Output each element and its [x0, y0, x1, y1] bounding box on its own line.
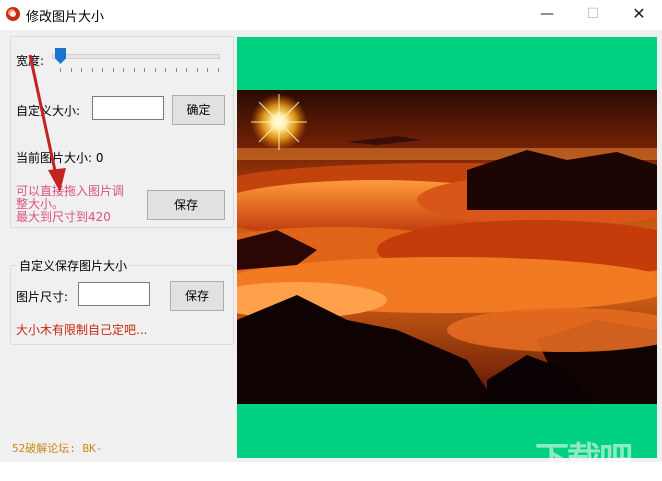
slider-tick: [123, 68, 124, 72]
save-button[interactable]: 保存: [147, 190, 225, 220]
custom-size-input[interactable]: [92, 96, 164, 120]
slider-tick: [70, 68, 72, 72]
slider-tick: [102, 68, 103, 72]
title-bar: 修改图片大小 — ☐ ✕: [0, 0, 662, 30]
slider-tick: [144, 68, 145, 72]
image-size-label: 图片尺寸:: [16, 290, 69, 304]
current-size-label: 当前图片大小: 0: [16, 151, 104, 165]
sunset-photo: [237, 90, 657, 404]
slider-tick: [217, 68, 219, 72]
window-title: 修改图片大小: [26, 10, 105, 25]
slider-track: [52, 54, 220, 59]
close-button[interactable]: ✕: [616, 0, 662, 30]
custom-save-button[interactable]: 保存: [170, 281, 224, 311]
image-size-input[interactable]: [78, 282, 150, 306]
slider-tick: [91, 68, 93, 72]
slider-tick: [175, 68, 177, 72]
maximize-button: ☐: [586, 6, 600, 22]
width-slider[interactable]: [46, 46, 224, 74]
slider-thumb[interactable]: [55, 48, 66, 64]
slider-tick: [196, 68, 198, 72]
slider-tick: [133, 68, 135, 72]
slider-tick: [186, 68, 187, 72]
slider-tick: [81, 68, 82, 72]
app-icon: [6, 7, 20, 21]
image-preview-panel[interactable]: [237, 37, 657, 458]
custom-save-group-title: 自定义保存图片大小: [17, 257, 130, 274]
slider-tick: [165, 68, 166, 72]
slider-tick: [207, 68, 208, 72]
drag-hint-text: 可以直接拖入图片调 整大小。 最大到尺寸到420: [16, 185, 124, 224]
width-label: 宽度:: [16, 54, 45, 68]
custom-size-label: 自定义大小:: [16, 104, 81, 118]
slider-tick: [112, 68, 114, 72]
hint-line-3: 最大到尺寸到420: [16, 210, 111, 224]
confirm-button[interactable]: 确定: [172, 95, 225, 125]
slider-tick: [60, 68, 61, 72]
slider-tick: [154, 68, 156, 72]
size-warning-text: 大小木有限制自己定吧...: [16, 323, 148, 337]
window-client-area: 宽度: 自定义大小: 确定 当前图片大小: 0 可以直接拖入图片调 整大小。 最…: [0, 30, 662, 480]
watermark: 下载吧: [535, 440, 633, 480]
minimize-button[interactable]: —: [524, 0, 570, 30]
forum-credit: 52破解论坛: BK-: [12, 442, 103, 455]
